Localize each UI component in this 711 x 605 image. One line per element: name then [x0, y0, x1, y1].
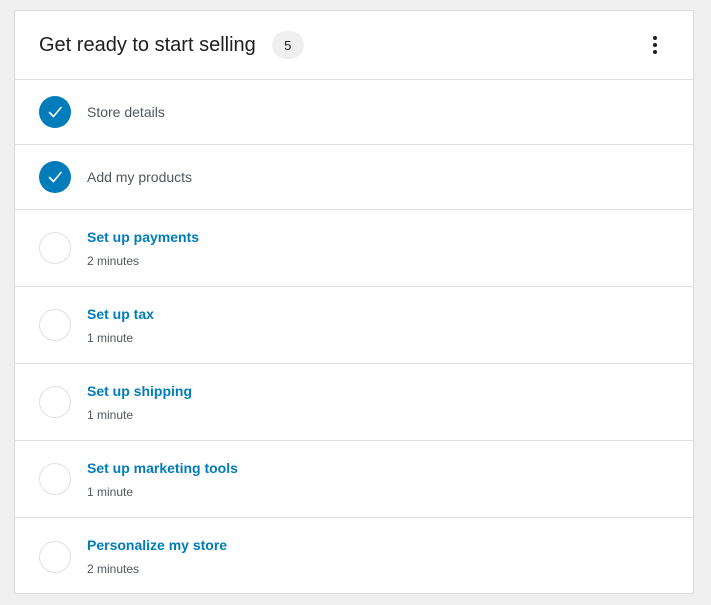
card-title: Get ready to start selling	[39, 33, 256, 56]
card-header: Get ready to start selling 5	[15, 11, 693, 80]
task-time-estimate: 2 minutes	[87, 562, 140, 576]
task-text: Set up tax 1 minute	[87, 306, 154, 345]
task-text: Personalize my store 2 minutes	[87, 537, 227, 576]
task-time-estimate: 1 minute	[87, 330, 134, 345]
more-dot-icon	[653, 43, 657, 47]
task-text: Set up marketing tools 1 minute	[87, 460, 238, 499]
task-add-products[interactable]: Add my products	[15, 145, 693, 210]
task-time-estimate: 1 minute	[87, 407, 134, 422]
more-dot-icon	[653, 50, 657, 54]
empty-circle-icon	[39, 540, 71, 573]
task-text: Store details	[87, 104, 165, 120]
task-time-estimate: 2 minutes	[87, 253, 140, 268]
empty-circle-icon	[39, 386, 71, 418]
remaining-count-badge: 5	[271, 31, 304, 59]
task-title: Add my products	[87, 169, 193, 185]
task-text: Set up shipping 1 minute	[87, 383, 192, 422]
task-set-up-shipping[interactable]: Set up shipping 1 minute	[15, 364, 693, 441]
more-dot-icon	[653, 36, 657, 40]
task-text: Set up payments 2 minutes	[87, 229, 199, 268]
task-list: Store details Add my products Set up pay…	[15, 80, 693, 593]
task-title: Set up shipping	[87, 382, 192, 399]
task-set-up-tax[interactable]: Set up tax 1 minute	[15, 287, 693, 364]
task-title: Store details	[87, 104, 165, 120]
task-set-up-payments[interactable]: Set up payments 2 minutes	[15, 210, 693, 287]
task-text: Add my products	[87, 169, 192, 185]
task-set-up-marketing-tools[interactable]: Set up marketing tools 1 minute	[15, 441, 693, 518]
empty-circle-icon	[39, 463, 71, 495]
task-title: Personalize my store	[87, 537, 228, 553]
checkmark-icon	[39, 161, 71, 193]
task-title: Set up tax	[87, 305, 154, 322]
task-personalize-store[interactable]: Personalize my store 2 minutes	[15, 518, 693, 593]
checkmark-icon	[39, 96, 71, 128]
task-store-details[interactable]: Store details	[15, 80, 693, 145]
task-list-card: Get ready to start selling 5 Store detai…	[14, 10, 694, 594]
empty-circle-icon	[39, 309, 71, 341]
more-options-button[interactable]	[641, 31, 669, 59]
task-title: Set up marketing tools	[87, 459, 238, 476]
empty-circle-icon	[39, 232, 71, 264]
task-title: Set up payments	[87, 228, 200, 245]
task-time-estimate: 1 minute	[87, 484, 134, 499]
